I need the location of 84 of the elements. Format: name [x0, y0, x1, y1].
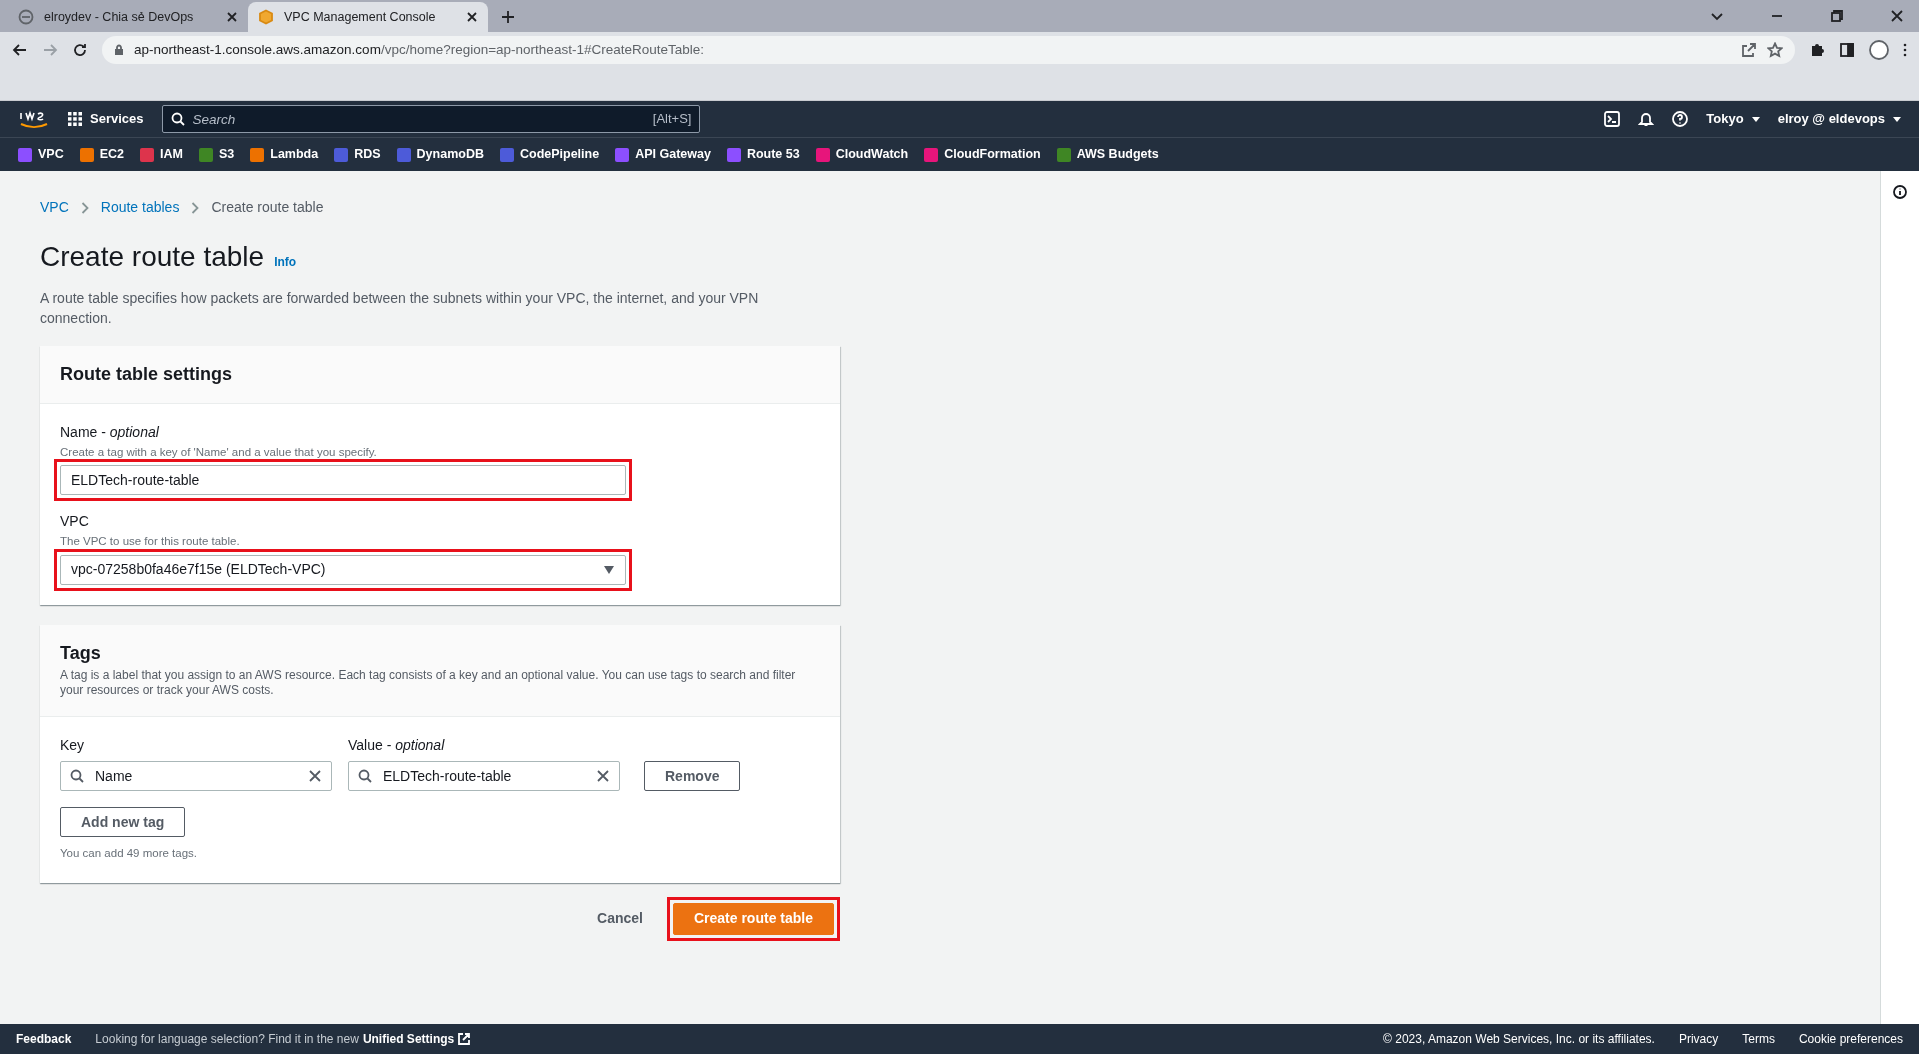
page-title: Create route table [40, 240, 265, 274]
favorite-link[interactable]: VPC [18, 145, 64, 164]
lock-icon [114, 44, 124, 56]
remove-button[interactable]: Remove [644, 761, 741, 792]
close-icon[interactable] [466, 11, 478, 23]
back-icon[interactable] [12, 42, 28, 58]
search-icon [170, 112, 185, 126]
field-hint: The VPC to use for this route table. [60, 534, 241, 550]
services-menu[interactable]: Services [68, 109, 144, 129]
address-bar[interactable]: ap-northeast-1.console.aws.amazon.com/vpc/home?region=ap-northeast-1#CreateRouteTable: [102, 36, 1795, 64]
more-icon[interactable] [1903, 42, 1907, 58]
add-tag-button[interactable]: Add new tag [60, 807, 186, 838]
favorite-link[interactable]: AWS Budgets [1056, 145, 1159, 164]
feedback-link[interactable]: Feedback [16, 1030, 72, 1048]
caret-down-icon [603, 565, 615, 574]
field-label: VPC [60, 512, 90, 532]
restore-icon[interactable] [1831, 10, 1843, 22]
info-icon[interactable] [1893, 185, 1907, 199]
url-text: ap-northeast-1.console.aws.amazon.com/vpc/home?region=ap-northeast-1#CreateRouteTable: [134, 40, 705, 59]
language-notice: Looking for language selection? Find it in the new [95, 1031, 359, 1048]
caret-down-icon [1893, 115, 1901, 123]
grid-icon [68, 112, 82, 126]
search-icon [70, 769, 84, 784]
favorite-link[interactable]: Lambda [250, 145, 319, 164]
close-icon[interactable] [1891, 10, 1903, 22]
tag-value-field[interactable]: ELDTech-route-table [348, 761, 620, 792]
region-menu[interactable]: Tokyo [1706, 109, 1760, 129]
vpc-select[interactable]: vpc-07258b0fa46e7f15e (ELDTech-VPC) [60, 554, 626, 585]
account-menu[interactable]: elroy @ eldevops [1777, 109, 1901, 129]
favorite-link[interactable]: RDS [334, 145, 381, 164]
clear-icon[interactable] [596, 769, 610, 784]
forward-icon [42, 42, 58, 58]
profile-avatar-icon[interactable] [1869, 40, 1889, 60]
bell-icon[interactable] [1638, 111, 1655, 127]
tag-limit-note: You can add 49 more tags. [60, 846, 199, 862]
chevron-right-icon [191, 201, 200, 214]
tag-key-field[interactable]: Name [60, 761, 332, 792]
favorite-link[interactable]: IAM [140, 145, 183, 164]
search-icon [358, 769, 372, 784]
breadcrumb-link[interactable]: Route tables [100, 197, 180, 218]
section-description: A tag is a label that you assign to an AWS resource. Each tag consists of a key and an optional value. You can use tags to search and filter your resources or track your AWS costs. [60, 668, 797, 699]
favorite-link[interactable]: CloudFormation [924, 145, 1041, 164]
close-icon[interactable] [226, 11, 238, 23]
favorite-link[interactable]: API Gateway [615, 145, 711, 164]
browser-tab[interactable]: VPC Management Console [248, 2, 488, 32]
copyright-text: © 2023, Amazon Web Services, Inc. or its affiliates. [1383, 1031, 1655, 1048]
favorite-link[interactable]: Route 53 [726, 145, 800, 164]
settings-link[interactable]: Unified Settings [362, 1030, 471, 1048]
favorite-link[interactable]: S3 [198, 145, 235, 164]
field-label: Key [60, 736, 86, 756]
chevron-right-icon [80, 201, 89, 214]
section-title: Route table settings [60, 363, 234, 386]
favorite-link[interactable]: CloudWatch [815, 145, 909, 164]
footer-link[interactable]: Terms [1742, 1030, 1775, 1048]
help-icon[interactable] [1672, 111, 1689, 127]
footer-link[interactable]: Cookie preferences [1798, 1030, 1903, 1048]
external-link-icon [458, 1033, 471, 1045]
field-label: Value - optional [348, 736, 445, 756]
browser-tab[interactable]: elroydev - Chia sẻ DevOps [8, 2, 248, 32]
clear-icon[interactable] [308, 769, 322, 784]
share-icon[interactable] [1741, 42, 1757, 58]
caret-down-icon [1751, 115, 1760, 123]
breadcrumb-link[interactable]: VPC [40, 197, 69, 218]
field-label: Name - optional [60, 423, 160, 443]
star-icon[interactable] [1767, 42, 1783, 58]
info-link[interactable]: Info [274, 253, 297, 271]
page-description: A route table specifies how packets are forwarded between the subnets within your VPC, the internet, and your VPN connection. [40, 288, 760, 328]
side-panel-icon[interactable] [1839, 42, 1855, 58]
breadcrumb-current: Create route table [211, 198, 324, 217]
cube-icon [258, 9, 274, 25]
section-title: Tags [60, 642, 102, 665]
favorite-link[interactable]: CodePipeline [499, 145, 600, 164]
new-tab-icon[interactable] [500, 9, 516, 25]
favorite-link[interactable]: DynamoDB [396, 145, 484, 164]
chevron-down-icon[interactable] [1711, 10, 1723, 22]
footer-link[interactable]: Privacy [1678, 1030, 1719, 1048]
reload-icon[interactable] [72, 42, 88, 58]
cancel-button[interactable]: Cancel [591, 907, 649, 931]
text-field[interactable]: ELDTech-route-table [60, 465, 626, 496]
favorite-link[interactable]: EC2 [79, 145, 125, 164]
puzzle-icon[interactable] [1809, 42, 1825, 58]
field-hint: Create a tag with a key of 'Name' and a value that you specify. [60, 445, 378, 461]
cloudshell-icon[interactable] [1604, 111, 1621, 127]
shortcut-hint: [Alt+S] [652, 110, 692, 129]
